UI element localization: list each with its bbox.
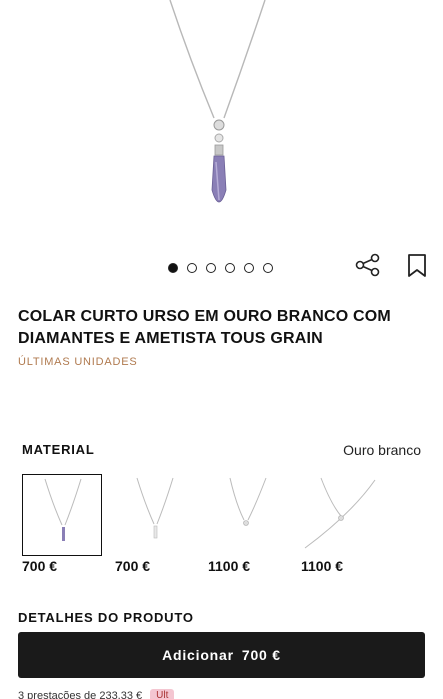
stock-badge: ÚLTIMAS UNIDADES: [18, 356, 138, 368]
variant-price: 700 €: [115, 558, 151, 574]
gallery-dot[interactable]: [244, 263, 254, 273]
add-to-cart-price: 700 €: [241, 647, 281, 663]
add-to-cart-label: Adicionar: [162, 647, 234, 663]
necklace-thumbnail: [229, 477, 267, 526]
variant-thumbnail[interactable]: [208, 474, 288, 556]
variant-price: 1100 €: [301, 558, 344, 574]
gallery-dot[interactable]: [168, 263, 178, 273]
installments-pill: Ult: [150, 689, 175, 699]
necklace-thumbnail: [304, 477, 376, 549]
bookmark-icon[interactable]: [406, 254, 428, 278]
share-icon[interactable]: [355, 253, 381, 277]
variant-price: 1100 €: [208, 558, 251, 574]
gallery-dot[interactable]: [225, 263, 235, 273]
variant-thumbnail[interactable]: [115, 474, 195, 556]
variant-thumbnail[interactable]: [301, 474, 381, 556]
product-title: COLAR CURTO URSO EM OURO BRANCO COM DIAM…: [18, 308, 391, 347]
gallery-dot[interactable]: [206, 263, 216, 273]
add-to-cart-button[interactable]: Adicionar 700 €: [18, 632, 425, 678]
product-details-heading[interactable]: DETALHES DO PRODUTO: [18, 610, 194, 625]
gallery-dot[interactable]: [263, 263, 273, 273]
necklace-image: [169, 0, 266, 203]
material-label: MATERIAL: [22, 442, 95, 457]
material-value: Ouro branco: [343, 442, 421, 458]
necklace-thumbnail: [44, 478, 82, 541]
variant-thumbnail[interactable]: [22, 474, 102, 556]
product-page: COLAR CURTO URSO EM OURO BRANCO COM DIAM…: [0, 0, 443, 699]
installments-text: 3 prestações de 233,33 €: [18, 689, 143, 699]
installments-info: 3 prestações de 233,33 € Ult: [18, 689, 175, 699]
variant-price: 700 €: [22, 558, 58, 574]
necklace-thumbnail: [136, 477, 174, 539]
gallery-dot[interactable]: [187, 263, 197, 273]
variant-prices: 700 € 700 € 1100 € 1100 €: [22, 558, 394, 574]
gallery-pagination[interactable]: [168, 263, 273, 273]
variant-selector: [22, 474, 381, 556]
product-image[interactable]: [0, 0, 443, 245]
